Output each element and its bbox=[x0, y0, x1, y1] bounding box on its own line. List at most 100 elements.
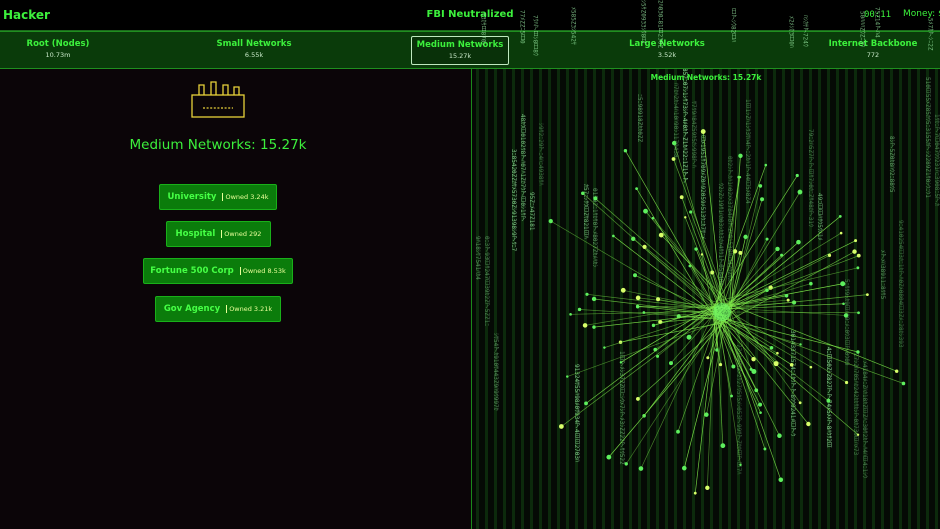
tab-count: 6.55k bbox=[244, 51, 264, 59]
network-node bbox=[852, 249, 857, 254]
rain-column bbox=[836, 68, 839, 529]
network-node bbox=[763, 447, 767, 451]
network-node bbox=[681, 465, 687, 471]
network-node bbox=[856, 433, 860, 436]
network-node bbox=[809, 365, 813, 369]
rain-glyphs: ﾒ4184ﾒﾆZﾊｶ18ｶZ日Zﾊﾆ30ｻ2ｶアﾊ4ﾊ日4ﾆ1ｼｳ bbox=[861, 361, 868, 478]
rain-glyphs: 4ﾆ日50ZｼZ827アア74ﾒ5ﾒﾒア8ﾊｳｻ2日 bbox=[825, 347, 832, 449]
network-name: Gov Agency bbox=[163, 304, 221, 314]
network-tier-tabs: Root (Nodes) 10.73m Small Networks 6.55k… bbox=[0, 31, 940, 69]
game-timer: 00:11 bbox=[864, 10, 892, 20]
rain-column bbox=[602, 68, 605, 529]
network-node bbox=[582, 323, 588, 328]
network-node bbox=[856, 253, 861, 258]
network-node bbox=[700, 253, 704, 256]
network-node bbox=[797, 189, 803, 195]
rain-column bbox=[854, 68, 857, 529]
network-visualization-panel: 9ﾊ18ｼｻ7541ﾊｶ4 0ﾆ3ア93日ｻ247日39ｶ2Zア5ZZ1ﾆ ｼｻ54… bbox=[472, 68, 940, 529]
rain-glyphs: Z7ｼ2ﾊ705ﾊｶ242ｶｶｻｶｼア0ｶ739日ﾊﾒ73 bbox=[852, 353, 859, 456]
network-node bbox=[624, 462, 628, 466]
rain-column bbox=[800, 68, 803, 529]
rain-column bbox=[755, 68, 758, 529]
rain-column bbox=[818, 68, 821, 529]
rain-column bbox=[557, 68, 560, 529]
rain-glyphs: 95Zﾆﾒ47Z181 bbox=[528, 192, 535, 231]
network-button-gov-agency[interactable]: Gov Agency Owned 3.21k bbox=[155, 296, 281, 322]
network-node bbox=[795, 173, 799, 178]
network-button-fortune-500[interactable]: Fortune 500 Corp Owned 8.53k bbox=[143, 258, 293, 284]
tab-root-nodes[interactable]: Root (Nodes) 10.73m bbox=[24, 36, 92, 63]
network-node bbox=[592, 325, 596, 329]
network-node bbox=[743, 234, 748, 240]
network-node bbox=[684, 216, 687, 219]
network-node bbox=[856, 266, 860, 270]
network-node bbox=[749, 367, 753, 371]
panel-divider bbox=[471, 68, 472, 529]
rain-glyphs: 30143371574ﾆ1ｶｳアア8ｳｳ9241ﾒ日アｳ bbox=[789, 330, 796, 436]
tab-internet-backbone[interactable]: Internet Backbone 772 bbox=[825, 36, 921, 63]
network-node bbox=[769, 345, 774, 350]
rain-column bbox=[503, 68, 506, 529]
rain-glyphs: ﾆ5ﾆ98918Zｶｶ0ZZ bbox=[636, 94, 643, 143]
network-node bbox=[635, 295, 641, 301]
tab-label: Small Networks bbox=[216, 39, 292, 49]
rain-glyphs: ﾒアﾒﾊ38911ﾆ8ｳｻ5 bbox=[879, 250, 886, 300]
tab-label: Root (Nodes) bbox=[26, 39, 90, 49]
network-node bbox=[679, 195, 684, 200]
network-node bbox=[758, 184, 763, 188]
rain-glyphs: 3ﾆ85420ZZｶｻﾒ5730Zｼ91398ｼ9アｳﾆ7 bbox=[510, 149, 517, 252]
network-node bbox=[844, 380, 849, 385]
network-node bbox=[786, 298, 790, 302]
network-node bbox=[585, 292, 589, 296]
top-bar: Hacker FBI Neutralized 00:11 Money: $ bbox=[0, 0, 940, 31]
tab-medium-networks[interactable]: Medium Networks 15.27k bbox=[411, 36, 509, 65]
rain-glyphs: 48ｶｳ日0102ｳ8アﾊ07ﾊ1Zｶ7ｳア日0ｼ1ｻア bbox=[519, 114, 526, 222]
network-node bbox=[619, 361, 623, 364]
network-node bbox=[656, 297, 661, 302]
network-graph: 9ﾊ18ｼｻ7541ﾊｶ4 0ﾆ3ア93日ｻ247日39ｶ2Zア5ZZ1ﾆｼｻ54… bbox=[474, 68, 940, 529]
rain-column bbox=[782, 68, 785, 529]
network-node bbox=[718, 362, 723, 367]
rain-column bbox=[566, 68, 569, 529]
network-node bbox=[612, 234, 615, 238]
network-node bbox=[643, 208, 648, 214]
owned-count: Owned 292 bbox=[221, 230, 261, 238]
rain-glyphs: ｻ7ｳ9ﾊ84Z59ｶ5ｶｼ998アﾊ bbox=[690, 101, 697, 168]
rain-column bbox=[611, 68, 614, 529]
network-node bbox=[809, 281, 813, 286]
network-node bbox=[686, 334, 692, 340]
rain-glyphs: 79ﾆ2ﾊ5Z7アア日ｻ7ｼ0ｶﾆZｻ48ｶア31ｳ bbox=[807, 129, 814, 227]
network-node bbox=[758, 402, 763, 407]
network-node bbox=[705, 485, 710, 491]
network-node bbox=[857, 311, 860, 315]
network-node bbox=[603, 346, 606, 349]
rain-column bbox=[530, 68, 533, 529]
network-button-hospital[interactable]: Hospital Owned 292 bbox=[166, 221, 271, 247]
owned-count: Owned 3.24k bbox=[222, 193, 268, 201]
status-message: FBI Neutralized bbox=[426, 9, 514, 20]
network-node bbox=[694, 247, 698, 251]
network-node bbox=[730, 394, 733, 398]
network-node bbox=[854, 239, 858, 243]
network-node bbox=[806, 421, 811, 427]
network-node bbox=[581, 191, 585, 196]
rain-glyphs: 0ﾆ3ア93日ｻ247日39ｶ2Zア5ZZ1ﾆ bbox=[483, 236, 490, 326]
network-node bbox=[631, 236, 636, 242]
network-node bbox=[569, 313, 572, 316]
rain-glyphs: ｼ9ｻ2ﾆ29アﾆ4ﾊﾆ4938ｻﾊ bbox=[537, 123, 544, 186]
network-button-university[interactable]: University Owned 3.24k bbox=[159, 184, 277, 210]
rain-column bbox=[476, 68, 479, 529]
network-node bbox=[784, 293, 789, 298]
tab-small-networks[interactable]: Small Networks 6.55k bbox=[212, 36, 296, 63]
rain-column bbox=[665, 68, 668, 529]
section-title: Medium Networks: 15.27k bbox=[129, 137, 307, 153]
network-node bbox=[775, 246, 780, 252]
network-node bbox=[776, 351, 779, 355]
network-node bbox=[635, 305, 640, 309]
network-node bbox=[606, 454, 612, 460]
network-node bbox=[894, 369, 899, 373]
network-node bbox=[548, 219, 553, 224]
network-list-panel: Medium Networks: 15.27k University Owned… bbox=[0, 68, 471, 529]
tab-large-networks[interactable]: Large Networks 3.52k bbox=[622, 36, 712, 63]
network-node bbox=[842, 302, 845, 306]
